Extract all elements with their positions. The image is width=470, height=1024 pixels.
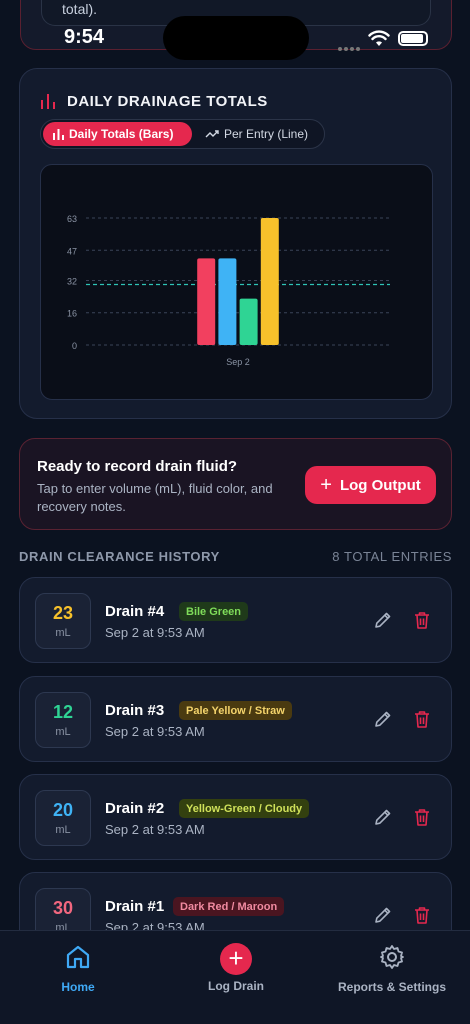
pencil-icon[interactable] (373, 905, 393, 925)
volume-box: 23 mL (35, 593, 91, 649)
trending-up-icon (205, 130, 219, 138)
bottom-tab-bar: Home + Log Drain Reports & Settings (0, 930, 470, 1024)
bar-chart-icon (53, 128, 64, 140)
bar-chart: 0 16 32 47 63 Sep 2 (67, 214, 390, 367)
bar (218, 258, 237, 345)
bar (260, 218, 279, 345)
trash-icon[interactable] (413, 610, 431, 630)
entry-name: Drain #4 (105, 603, 165, 620)
pencil-icon[interactable] (373, 610, 393, 630)
bar (239, 298, 258, 345)
history-entry[interactable]: 20 mL Drain #2 Yellow-Green / Cloudy Sep… (19, 774, 452, 860)
y-tick-label: 32 (67, 276, 77, 286)
previous-card-text: total). (62, 1, 98, 17)
log-output-label: Log Output (339, 476, 421, 494)
trash-icon[interactable] (413, 709, 431, 729)
tab-home-label: Home (61, 980, 95, 994)
y-tick-label: 63 (67, 214, 77, 224)
y-tick-label: 47 (67, 246, 77, 256)
status-time: 9:54 (64, 26, 105, 48)
record-drain-card: Ready to record drain fluid? Tap to ente… (19, 438, 452, 530)
volume-value: 20 (52, 800, 74, 820)
entry-name: Drain #1 (105, 898, 165, 915)
pencil-icon[interactable] (373, 709, 393, 729)
entry-name: Drain #3 (105, 702, 165, 719)
record-card-title: Ready to record drain fluid? (37, 458, 238, 475)
entry-name: Drain #2 (105, 800, 165, 817)
volume-box: 12 mL (35, 692, 91, 748)
daily-drainage-chart-card: DAILY DRAINAGE TOTALS Daily Totals (Bars… (19, 68, 452, 419)
toggle-daily-totals-bars[interactable]: Daily Totals (Bars) (43, 122, 192, 146)
volume-value: 30 (52, 898, 74, 918)
y-tick-label: 0 (72, 341, 77, 351)
status-bar: 9:54 (0, 16, 470, 60)
record-card-subtitle: Tap to enter volume (mL), fluid color, a… (37, 481, 273, 514)
plus-icon: + (320, 473, 332, 496)
bar (197, 258, 216, 345)
tab-home[interactable]: Home (48, 943, 108, 994)
history-entry[interactable]: 12 mL Drain #3 Pale Yellow / Straw Sep 2… (19, 676, 452, 762)
entry-time: Sep 2 at 9:53 AM (105, 822, 205, 837)
trash-icon[interactable] (413, 807, 431, 827)
entry-time: Sep 2 at 9:53 AM (105, 625, 205, 640)
dynamic-island (163, 16, 309, 60)
plus-circle-icon: + (220, 943, 252, 975)
fluid-color-badge: Dark Red / Maroon (173, 897, 285, 916)
history-entry[interactable]: 23 mL Drain #4 Bile Green Sep 2 at 9:53 … (19, 577, 452, 663)
history-header: DRAIN CLEARANCE HISTORY 8 TOTAL ENTRIES (19, 549, 452, 567)
fluid-color-badge: Pale Yellow / Straw (179, 701, 292, 720)
history-title: DRAIN CLEARANCE HISTORY (19, 549, 220, 564)
home-icon (66, 945, 90, 969)
volume-box: 20 mL (35, 790, 91, 846)
fluid-color-badge: Bile Green (179, 602, 249, 621)
tab-reports-label: Reports & Settings (337, 980, 446, 994)
gear-icon (380, 945, 404, 969)
signal-icon (338, 38, 362, 56)
toggle-line-label: Per Entry (Line) (224, 127, 309, 141)
tab-reports-settings[interactable]: Reports & Settings (322, 943, 462, 994)
tab-log-drain[interactable]: + Log Drain (190, 943, 282, 993)
volume-value: 12 (52, 702, 74, 722)
y-tick-label: 16 (67, 309, 77, 319)
volume-unit: mL (55, 726, 71, 738)
status-icons (338, 30, 438, 51)
volume-unit: mL (55, 824, 71, 836)
fluid-color-badge: Yellow-Green / Cloudy (179, 799, 310, 818)
x-tick-label: Sep 2 (226, 357, 250, 367)
chart-mode-toggle: Daily Totals (Bars) Per Entry (Line) (40, 119, 325, 149)
bar-chart-icon (41, 93, 55, 109)
wifi-icon (368, 30, 390, 46)
volume-value: 23 (52, 603, 74, 623)
pencil-icon[interactable] (373, 807, 393, 827)
chart-title-row: DAILY DRAINAGE TOTALS (40, 90, 268, 112)
battery-icon (398, 31, 428, 46)
history-count: 8 TOTAL ENTRIES (332, 549, 452, 564)
volume-unit: mL (55, 627, 71, 639)
chart-area: 0 16 32 47 63 Sep 2 (40, 164, 433, 400)
tab-log-label: Log Drain (208, 979, 264, 993)
chart-title: DAILY DRAINAGE TOTALS (67, 92, 268, 110)
log-output-button[interactable]: + Log Output (305, 466, 436, 504)
toggle-per-entry-line[interactable]: Per Entry (Line) (195, 122, 323, 146)
trash-icon[interactable] (413, 905, 431, 925)
toggle-bars-label: Daily Totals (Bars) (69, 127, 174, 141)
entry-time: Sep 2 at 9:53 AM (105, 724, 205, 739)
